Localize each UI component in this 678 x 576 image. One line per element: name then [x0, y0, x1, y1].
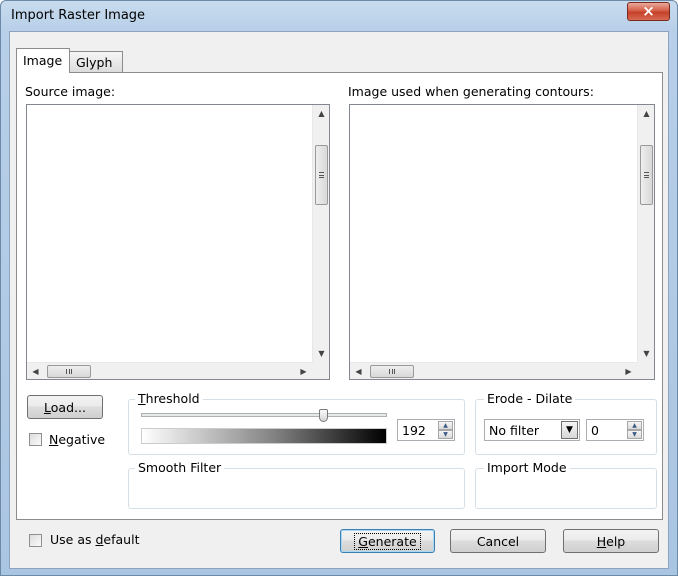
negative-label[interactable]: Negative [49, 432, 105, 447]
chevron-down-icon[interactable]: ▼ [561, 421, 578, 439]
image-tab-panel: Source image: ▲ ▼ ◀ ▶ Image used when ge… [16, 72, 663, 520]
threshold-title: Threshold [135, 391, 203, 406]
erode-dilate-filter-select[interactable]: No filter ▼ [484, 419, 580, 441]
grip-icon [319, 172, 324, 178]
erode-dilate-title: Erode - Dilate [484, 391, 576, 406]
source-image-label: Source image: [25, 84, 116, 99]
cancel-button[interactable]: Cancel [450, 529, 546, 553]
use-as-default-checkbox[interactable] [29, 534, 42, 547]
generated-image-label: Image used when generating contours: [348, 84, 594, 99]
scroll-down-icon[interactable]: ▼ [638, 345, 655, 362]
generated-image-view[interactable]: ▲ ▼ ◀ ▶ [349, 104, 655, 380]
smooth-filter-title: Smooth Filter [135, 460, 225, 475]
scroll-right-icon[interactable]: ▶ [620, 363, 637, 380]
threshold-value[interactable]: 192 [402, 423, 426, 438]
window-title: Import Raster Image [11, 8, 146, 23]
erode-dilate-amount-value[interactable]: 0 [591, 423, 599, 438]
spin-down-icon[interactable]: ▼ [438, 430, 453, 439]
source-vertical-scroll-thumb[interactable] [315, 145, 328, 205]
spin-up-icon[interactable]: ▲ [627, 421, 642, 430]
scrollbar-corner [312, 362, 329, 379]
title-bar[interactable]: Import Raster Image × [1, 1, 677, 31]
close-button[interactable]: × [627, 2, 670, 21]
generated-horizontal-scroll-thumb[interactable] [370, 365, 414, 378]
source-vertical-scrollbar[interactable]: ▲ ▼ [312, 105, 329, 362]
tab-glyph[interactable]: Glyph [69, 51, 123, 72]
erode-dilate-spin-buttons: ▲ ▼ [627, 421, 642, 439]
grip-icon [644, 172, 649, 178]
erode-dilate-filter-value: No filter [489, 423, 540, 438]
threshold-slider-track [141, 413, 387, 417]
grip-icon [389, 369, 395, 374]
generate-button-label: Generate [354, 532, 421, 550]
source-horizontal-scroll-thumb[interactable] [47, 365, 91, 378]
threshold-spinbox[interactable]: 192 ▲ ▼ [397, 419, 455, 441]
import-mode-title: Import Mode [484, 460, 570, 475]
close-icon: × [642, 2, 655, 20]
threshold-slider[interactable] [141, 409, 387, 423]
load-button[interactable]: Load... [27, 395, 103, 419]
threshold-gradient-bar [141, 428, 387, 444]
erode-dilate-group: Erode - Dilate No filter ▼ 0 ▲ ▼ [475, 391, 657, 455]
grip-icon [66, 369, 72, 374]
scroll-up-icon[interactable]: ▲ [313, 105, 330, 122]
scroll-left-icon[interactable]: ◀ [27, 363, 44, 380]
scrollbar-corner [637, 362, 654, 379]
import-mode-group: Import Mode [475, 460, 657, 509]
erode-dilate-amount-spinbox[interactable]: 0 ▲ ▼ [586, 419, 644, 441]
scroll-right-icon[interactable]: ▶ [295, 363, 312, 380]
source-horizontal-scrollbar[interactable]: ◀ ▶ [27, 362, 312, 379]
spin-up-icon[interactable]: ▲ [438, 421, 453, 430]
threshold-slider-thumb[interactable] [319, 409, 328, 422]
scroll-up-icon[interactable]: ▲ [638, 105, 655, 122]
dialog-client-area: Image Glyph Source image: ▲ ▼ ◀ ▶ Image … [9, 31, 669, 569]
source-image-view[interactable]: ▲ ▼ ◀ ▶ [26, 104, 330, 380]
spin-down-icon[interactable]: ▼ [627, 430, 642, 439]
threshold-group: Threshold 192 ▲ ▼ [128, 391, 465, 455]
import-raster-image-dialog: Import Raster Image × Image Glyph Source… [0, 0, 678, 576]
negative-checkbox[interactable] [29, 433, 42, 446]
smooth-filter-group: Smooth Filter [128, 460, 465, 509]
scroll-left-icon[interactable]: ◀ [350, 363, 367, 380]
tab-image-label: Image [23, 53, 63, 68]
generated-vertical-scrollbar[interactable]: ▲ ▼ [637, 105, 654, 362]
tab-glyph-label: Glyph [76, 55, 113, 70]
use-as-default-label[interactable]: Use as default [50, 532, 139, 547]
threshold-spin-buttons: ▲ ▼ [438, 421, 453, 439]
tab-image[interactable]: Image [16, 48, 70, 73]
help-button[interactable]: Help [563, 529, 659, 553]
scroll-down-icon[interactable]: ▼ [313, 345, 330, 362]
load-button-label: Load... [44, 399, 86, 415]
cancel-button-label: Cancel [476, 533, 520, 549]
generated-horizontal-scrollbar[interactable]: ◀ ▶ [350, 362, 637, 379]
generated-vertical-scroll-thumb[interactable] [640, 145, 653, 205]
help-button-label: Help [596, 533, 626, 549]
generate-button[interactable]: Generate [340, 529, 435, 553]
